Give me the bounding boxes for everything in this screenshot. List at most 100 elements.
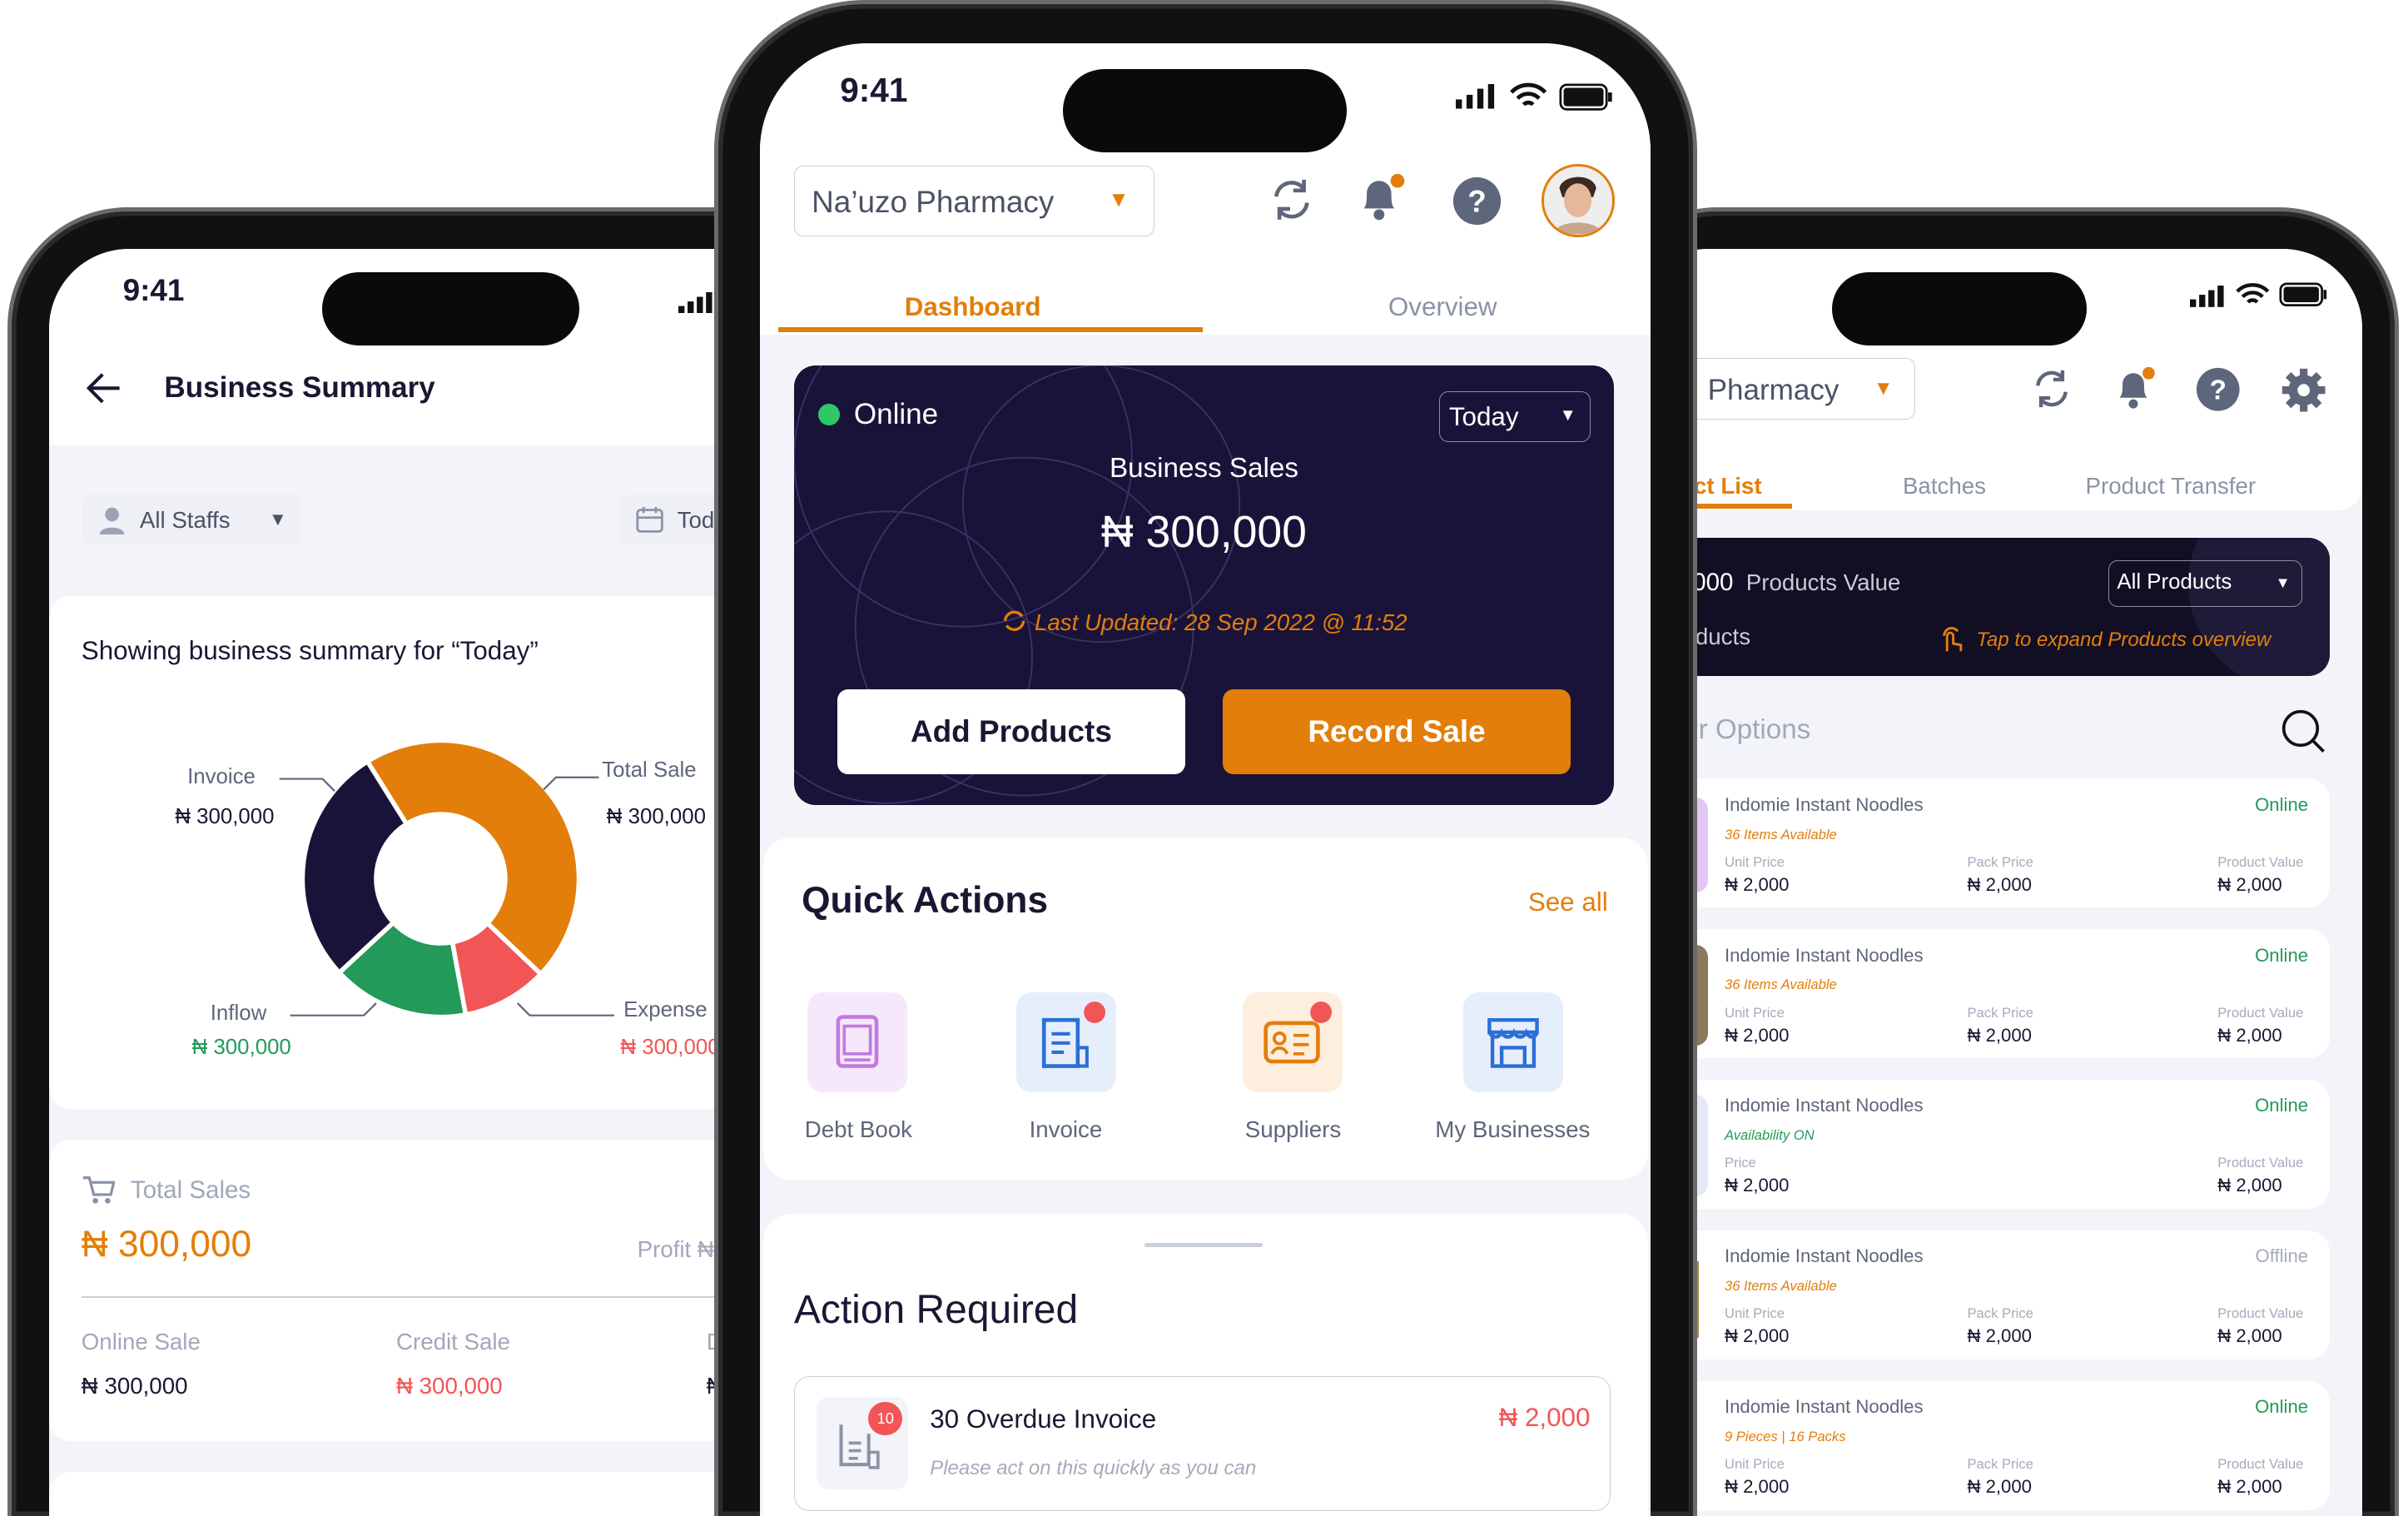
products-amount-fragment: 000 <box>1692 568 1734 596</box>
right-phone-screen: Pharmacy ▼ ? ct List Batches Product Tra… <box>1627 248 2362 1516</box>
signal-icon <box>1456 84 1495 109</box>
wifi-icon <box>1509 82 1547 107</box>
product-card[interactable]: Indomie Instant Noodles Online 36 Items … <box>1627 778 2330 908</box>
col-label: Pack Price <box>1967 1456 2033 1473</box>
record-sale-button[interactable]: Record Sale <box>1222 689 1571 774</box>
bell-icon[interactable] <box>1358 173 1407 224</box>
help-icon[interactable]: ? <box>2196 367 2241 412</box>
record-sale-label: Record Sale <box>1308 714 1486 749</box>
col-value: ₦ 2,000 <box>1724 1476 1790 1498</box>
back-arrow-icon[interactable] <box>86 371 122 405</box>
col-label: Price <box>1724 1155 1756 1171</box>
stage: 9:41 Business Summary All Staffs ▼ Tod S… <box>0 0 2408 1516</box>
see-all-link[interactable]: See all <box>1528 887 1608 917</box>
add-products-button[interactable]: Add Products <box>837 689 1186 774</box>
quick-actions-title: Quick Actions <box>802 880 1049 922</box>
staff-filter[interactable]: All Staffs ▼ <box>81 495 301 545</box>
bell-icon[interactable] <box>2113 365 2157 411</box>
products-value-card[interactable]: 000 Products Value All Products ▼ ducts … <box>1627 537 2330 676</box>
products-value-label: Products Value <box>1745 569 1901 596</box>
legend-total-sale-label: Total Sale <box>602 758 697 783</box>
col-value: ₦ 2,000 <box>1724 1175 1790 1196</box>
middle-phone-screen: 9:41 Na’uzo Pharmacy ▼ ? Dashboard Overv… <box>760 42 1651 1516</box>
tab-underline <box>778 326 1203 332</box>
tab-dashboard[interactable]: Dashboard <box>905 292 1041 322</box>
product-name: Indomie Instant Noodles <box>1724 1095 1924 1116</box>
last-updated: Last Updated: 28 Sep 2022 @ 11:52 <box>794 609 1614 636</box>
product-status: Online <box>2255 1095 2309 1116</box>
leader-total-sale <box>543 776 599 791</box>
col-value: ₦ 2,000 <box>2217 1024 2282 1046</box>
page-title: Business Summary <box>164 371 435 405</box>
sync-icon[interactable] <box>2032 369 2072 409</box>
product-status: Online <box>2255 793 2309 815</box>
col-label: Product Value <box>2217 1155 2304 1171</box>
col-value: ₦ 2,000 <box>2217 873 2282 895</box>
period-dropdown[interactable]: Today ▼ <box>1438 391 1591 443</box>
debt-book-tile[interactable] <box>807 992 908 1092</box>
product-availability: 36 Items Available <box>1724 1278 1837 1295</box>
quick-actions-card: Quick Actions See all Debt Book Invoice … <box>762 837 1648 1180</box>
online-sale-value: ₦ 300,000 <box>81 1373 188 1399</box>
profit-label: Profit ₦ <box>637 1236 714 1263</box>
refresh-icon <box>1004 610 1025 631</box>
sheet-handle[interactable] <box>1144 1242 1263 1248</box>
product-card[interactable]: Indomie Instant Noodles Online Availabil… <box>1627 1080 2330 1209</box>
action-required-title: Action Required <box>793 1288 1079 1333</box>
tab-batches[interactable]: Batches <box>1903 473 1986 500</box>
col-label: Unit Price <box>1724 853 1785 870</box>
invoice-icon <box>1042 1001 1106 1068</box>
product-card[interactable]: Indomie Instant Noodles Offline 36 Items… <box>1627 1230 2330 1359</box>
decor-circle <box>2188 537 2330 676</box>
invoice-tile[interactable] <box>1016 992 1117 1092</box>
leader-expense <box>516 1002 614 1016</box>
total-sales-value: ₦ 300,000 <box>81 1224 252 1265</box>
overdue-subtitle: Please act on this quickly as you can <box>930 1457 1257 1480</box>
col-value: ₦ 2,000 <box>2217 1325 2282 1347</box>
chevron-down-icon: ▼ <box>1108 188 1130 212</box>
tab-product-transfer[interactable]: Product Transfer <box>2086 473 2257 500</box>
badge-count: 10 <box>876 1409 894 1427</box>
help-icon[interactable]: ? <box>1452 176 1502 226</box>
overdue-invoice-item[interactable]: 10 30 Overdue Invoice ₦ 2,000 Please act… <box>793 1376 1611 1512</box>
tab-product-list[interactable]: ct List <box>1694 473 1762 500</box>
debt-book-label: Debt Book <box>804 1116 912 1143</box>
chevron-down-icon: ▼ <box>2275 574 2291 592</box>
legend-expense-value: ₦ 300,000 <box>620 1035 720 1059</box>
col-label: Unit Price <box>1724 1456 1785 1473</box>
col-label: Pack Price <box>1967 1305 2033 1322</box>
online-sale-label: Online Sale <box>81 1328 201 1354</box>
sync-icon[interactable] <box>1270 178 1313 221</box>
search-icon[interactable] <box>2281 708 2326 754</box>
avatar[interactable] <box>1542 164 1615 237</box>
col-label: Unit Price <box>1724 1305 1785 1322</box>
avatar-face-icon <box>1544 167 1612 235</box>
leader-inflow <box>290 1002 377 1016</box>
all-products-label: All Products <box>2117 570 2232 594</box>
chevron-down-icon: ▼ <box>1873 377 1894 400</box>
wifi-icon <box>2236 283 2270 305</box>
all-products-dropdown[interactable]: All Products ▼ <box>2108 560 2302 607</box>
product-status: Online <box>2255 1396 2309 1418</box>
battery-icon <box>1559 83 1612 111</box>
col-value: ₦ 2,000 <box>1724 1325 1790 1347</box>
filter-options-label[interactable]: r Options <box>1699 714 1811 746</box>
gear-icon[interactable] <box>2281 367 2326 413</box>
tab-overview[interactable]: Overview <box>1388 292 1497 322</box>
business-selector[interactable]: Na’uzo Pharmacy ▼ <box>793 166 1155 237</box>
book-icon <box>837 1015 879 1068</box>
suppliers-label: Suppliers <box>1244 1116 1342 1143</box>
credit-sale-value: ₦ 300,000 <box>396 1373 503 1399</box>
suppliers-tile[interactable] <box>1242 992 1343 1092</box>
col-value: ₦ 2,000 <box>1967 873 2032 895</box>
product-status: Online <box>2255 944 2309 966</box>
product-card[interactable]: Indomie Instant Noodles Online 36 Items … <box>1627 929 2330 1059</box>
user-icon <box>99 507 125 535</box>
product-card[interactable]: Indomie Instant Noodles Online 9 Pieces … <box>1627 1380 2330 1510</box>
col-label: Product Value <box>2217 1004 2304 1021</box>
col-value: ₦ 2,000 <box>1967 1325 2032 1347</box>
my-businesses-tile[interactable] <box>1463 992 1564 1092</box>
col-value: ₦ 2,000 <box>2217 1476 2282 1498</box>
business-name: Na’uzo Pharmacy <box>812 185 1055 220</box>
product-name: Indomie Instant Noodles <box>1724 793 1924 815</box>
